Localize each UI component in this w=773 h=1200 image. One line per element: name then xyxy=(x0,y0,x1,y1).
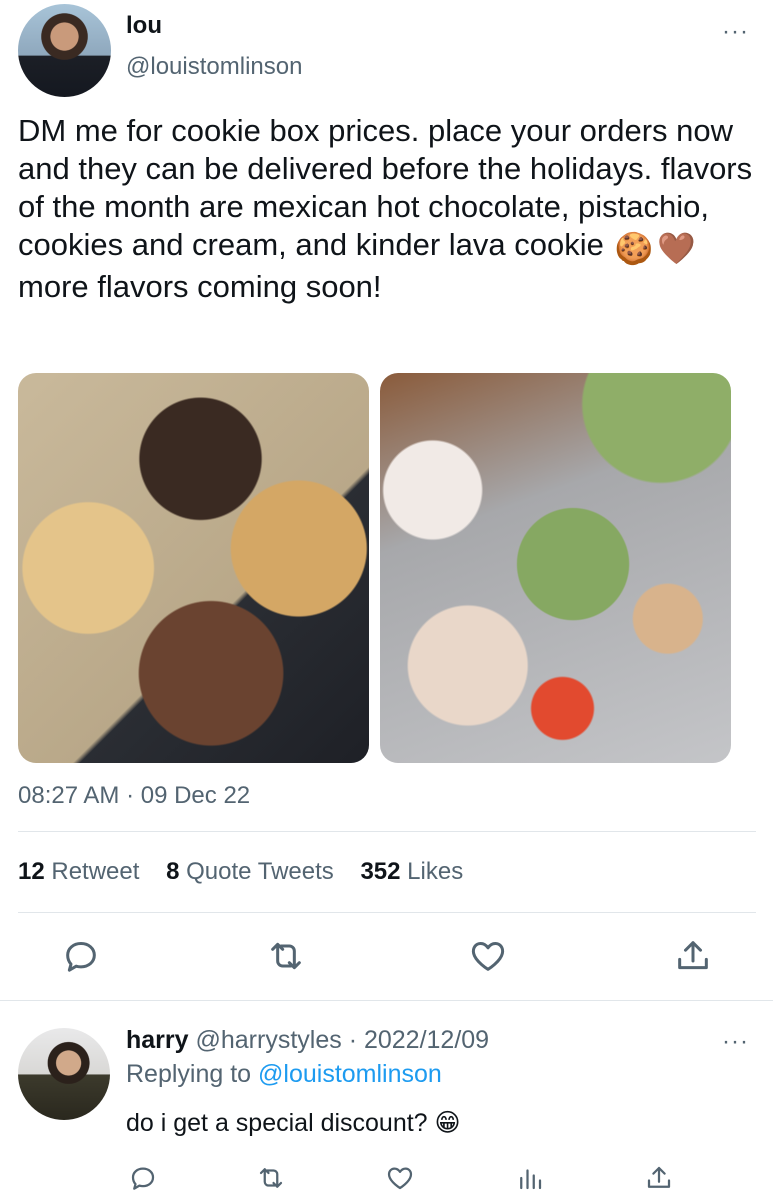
cookie-emoji: 🍪 xyxy=(614,231,654,266)
reply-reply-button[interactable] xyxy=(128,1163,158,1193)
likes-count: 352 xyxy=(360,858,401,885)
reply-text: do i get a special discount? 😁 xyxy=(126,1108,461,1138)
tweet-text: DM me for cookie box prices. place your … xyxy=(18,112,758,306)
like-button[interactable] xyxy=(468,936,508,976)
retweets-label: Retweet xyxy=(51,858,140,885)
tweet-photo-cookies[interactable] xyxy=(18,373,369,763)
retweets-stat[interactable]: 12 Retweet xyxy=(18,858,139,885)
divider xyxy=(0,1000,773,1001)
tweet-text-tail: more flavors coming soon! xyxy=(18,269,382,304)
reply-author-handle[interactable]: @harrystyles xyxy=(196,1026,342,1054)
reply-like-button[interactable] xyxy=(385,1163,415,1193)
comment-icon xyxy=(131,1167,155,1190)
retweet-icon xyxy=(271,942,301,970)
heart-icon xyxy=(387,1167,413,1190)
replying-to-label: Replying to xyxy=(126,1060,252,1088)
reply-analytics-button[interactable] xyxy=(515,1163,545,1193)
grinning-emoji: 😁 xyxy=(434,1109,461,1137)
reply-author-avatar[interactable] xyxy=(18,1028,110,1120)
author-avatar[interactable] xyxy=(18,4,111,97)
tweet-timestamp[interactable]: 08:27 AM · 09 Dec 22 xyxy=(18,782,250,810)
reply-more-options-button[interactable]: ··· xyxy=(722,1028,749,1056)
quotes-label: Quote Tweets xyxy=(186,858,334,885)
retweets-count: 12 xyxy=(18,858,45,885)
likes-label: Likes xyxy=(407,858,464,885)
reply-date[interactable]: 2022/12/09 xyxy=(364,1026,489,1054)
replying-to: Replying to @louistomlinson xyxy=(126,1060,442,1089)
brown-heart-emoji: 🤎 xyxy=(657,231,696,266)
reply-author-name[interactable]: harry xyxy=(126,1026,189,1054)
tweet-photo-cookie-tin[interactable] xyxy=(380,373,731,763)
author-handle[interactable]: @louistomlinson xyxy=(126,53,302,81)
author-name[interactable]: lou xyxy=(126,12,162,40)
reply-retweet-button[interactable] xyxy=(256,1163,286,1193)
heart-icon xyxy=(471,942,505,971)
likes-stat[interactable]: 352 Likes xyxy=(360,858,463,885)
divider xyxy=(18,831,756,832)
tweet-stats: 12 Retweet 8 Quote Tweets 352 Likes xyxy=(18,858,483,886)
retweet-button[interactable] xyxy=(266,936,306,976)
reply-header: harry @harrystyles · 2022/12/09 xyxy=(126,1026,490,1054)
more-options-button[interactable]: ··· xyxy=(722,18,749,46)
share-icon xyxy=(678,941,708,970)
reply-share-button[interactable] xyxy=(644,1163,674,1193)
analytics-icon xyxy=(520,1169,542,1190)
replying-to-handle[interactable]: @louistomlinson xyxy=(258,1060,442,1088)
quotes-stat[interactable]: 8 Quote Tweets xyxy=(166,858,334,885)
divider xyxy=(18,912,756,913)
share-icon xyxy=(647,1166,671,1188)
reply-text-body: do i get a special discount? xyxy=(126,1109,428,1137)
comment-icon xyxy=(66,942,96,972)
share-button[interactable] xyxy=(673,936,713,976)
retweet-icon xyxy=(259,1168,283,1188)
reply-button[interactable] xyxy=(61,936,101,976)
quotes-count: 8 xyxy=(166,858,180,885)
